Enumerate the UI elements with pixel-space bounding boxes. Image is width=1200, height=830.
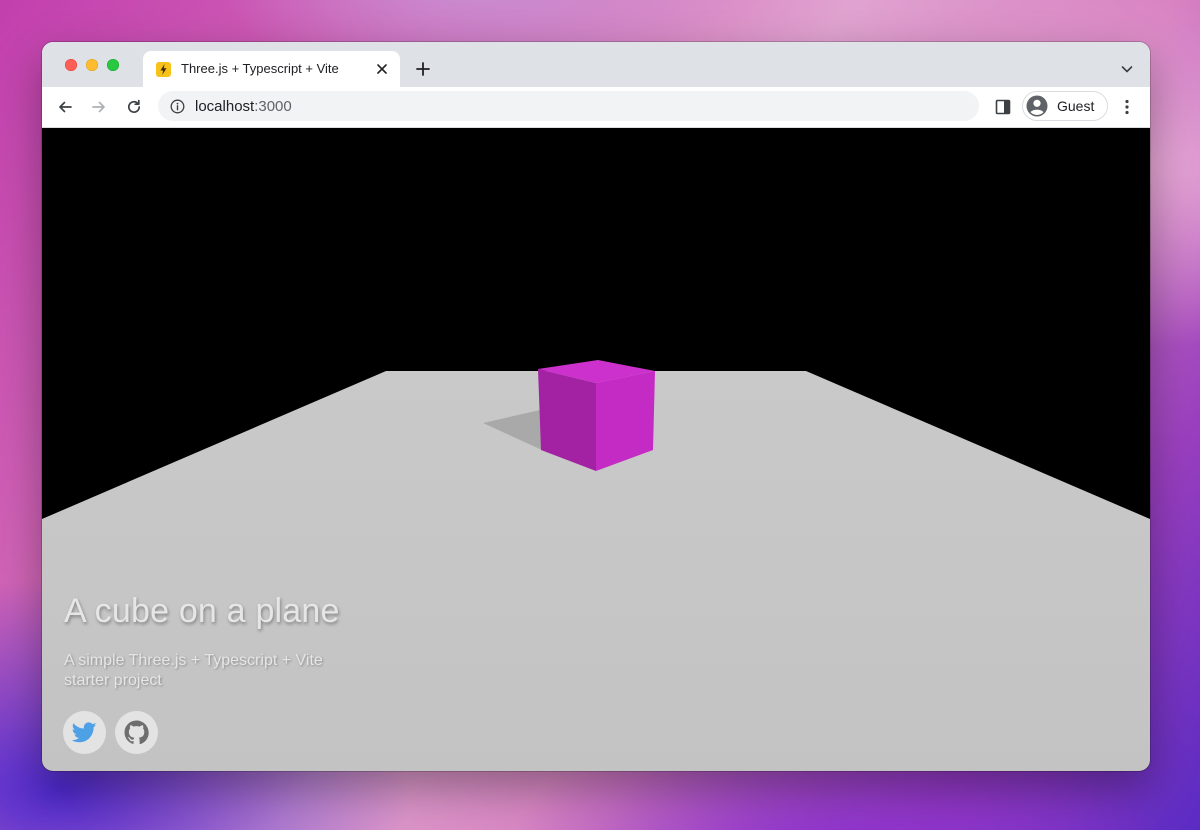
profile-label: Guest [1057,98,1095,114]
window-minimize-button[interactable] [86,59,98,71]
browser-toolbar: localhost:3000 Guest [42,87,1150,128]
address-url: localhost:3000 [195,98,292,115]
new-tab-plus-icon[interactable] [414,60,432,78]
browser-tab-active[interactable]: Three.js + Typescript + Vite [143,51,400,87]
twitter-icon [72,722,97,743]
url-host: localhost [195,98,255,115]
guest-avatar-icon [1026,95,1048,117]
page-title: A cube on a plane [64,592,340,630]
side-panel-icon[interactable] [995,99,1011,115]
site-info-icon[interactable] [170,99,185,114]
tab-search-chevron-down-icon[interactable] [1120,62,1134,76]
address-bar[interactable]: localhost:3000 [158,91,979,121]
vite-favicon-icon [156,62,171,77]
url-port: :3000 [254,98,292,115]
page-description: A simple Three.js + Typescript + Vite st… [64,652,323,689]
github-link[interactable] [115,711,158,754]
github-icon [124,720,149,745]
page-viewport: A cube on a plane A simple Three.js + Ty… [42,128,1150,771]
tab-title: Three.js + Typescript + Vite [181,61,339,76]
tab-strip: Three.js + Typescript + Vite [42,42,1150,87]
window-close-button[interactable] [65,59,77,71]
profile-button[interactable]: Guest [1022,91,1108,121]
browser-window: Three.js + Typescript + Vite localhost:3… [42,42,1150,771]
more-menu-icon[interactable] [1119,98,1135,116]
window-maximize-button[interactable] [107,59,119,71]
forward-arrow-icon[interactable] [90,98,108,116]
tab-close-icon[interactable] [374,61,390,77]
twitter-link[interactable] [63,711,106,754]
back-arrow-icon[interactable] [56,98,74,116]
reload-icon[interactable] [125,98,143,116]
